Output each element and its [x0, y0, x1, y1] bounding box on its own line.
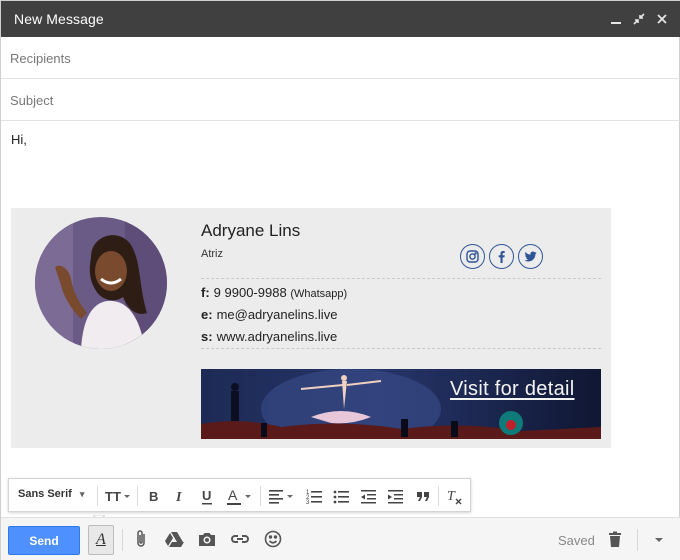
- svg-text:U: U: [202, 488, 211, 503]
- compose-title-bar[interactable]: New Message: [1, 1, 680, 37]
- signature-banner[interactable]: Visit for detail: [201, 369, 601, 439]
- chevron-down-icon: ▾: [79, 489, 85, 499]
- svg-text:I: I: [175, 490, 182, 505]
- formatting-options-glyph: A: [96, 531, 106, 548]
- email-label: e:: [201, 307, 213, 322]
- email-signature: Adryane Lins Atriz f: 9 9900-9988 (Whatsa…: [11, 208, 611, 448]
- text-color-icon[interactable]: A: [227, 484, 255, 508]
- font-family-label: Sans Serif: [18, 488, 72, 500]
- signature-divider: [201, 348, 601, 349]
- link-icon[interactable]: [229, 528, 251, 550]
- toolbar-separator: [438, 486, 439, 506]
- signature-name: Adryane Lins: [201, 221, 301, 240]
- banner-cta[interactable]: Visit for detail: [450, 378, 575, 401]
- window-title: New Message: [14, 11, 104, 27]
- drive-icon[interactable]: [163, 528, 185, 550]
- minimize-icon[interactable]: [606, 9, 626, 29]
- text-size-icon[interactable]: TT: [105, 484, 133, 508]
- close-icon[interactable]: [652, 9, 672, 29]
- signature-site: s: www.adryanelins.live: [201, 329, 337, 344]
- compose-window: New Message Hi,: [0, 0, 680, 560]
- subject-input[interactable]: [10, 90, 660, 110]
- photo-icon[interactable]: [196, 528, 218, 550]
- signature-divider: [201, 278, 601, 279]
- draft-saved-status: Saved: [558, 533, 595, 548]
- discard-draft-icon[interactable]: [604, 528, 626, 550]
- recipients-input[interactable]: [10, 48, 660, 68]
- signature-phone: f: 9 9900-9988 (Whatsapp): [201, 285, 347, 300]
- signature-email: e: me@adryanelins.live: [201, 307, 337, 322]
- remove-formatting-icon[interactable]: T: [446, 484, 464, 508]
- site-label: s:: [201, 329, 213, 344]
- numbered-list-icon[interactable]: 123: [306, 484, 324, 508]
- more-options-icon[interactable]: [648, 528, 670, 550]
- attach-icon[interactable]: [131, 528, 153, 550]
- align-icon[interactable]: [268, 484, 296, 508]
- message-body-text[interactable]: Hi,: [11, 132, 27, 147]
- bold-icon[interactable]: B: [147, 484, 163, 508]
- bottom-separator: [122, 529, 123, 551]
- svg-text:TT: TT: [105, 489, 121, 504]
- italic-icon[interactable]: I: [173, 484, 189, 508]
- bottom-separator: [637, 529, 638, 551]
- emoji-icon[interactable]: [262, 528, 284, 550]
- svg-text:B: B: [149, 489, 158, 504]
- signature-role: Atriz: [201, 248, 223, 260]
- send-button[interactable]: Send: [8, 526, 80, 555]
- svg-text:A: A: [228, 487, 238, 503]
- formatting-toolbar: Sans Serif ▾ TT B I U A 123 T: [8, 478, 471, 512]
- signature-photo: [35, 217, 167, 349]
- site-link[interactable]: www.adryanelins.live: [217, 329, 338, 344]
- recipients-row: [1, 37, 680, 79]
- exit-fullscreen-icon[interactable]: [629, 9, 649, 29]
- bulleted-list-icon[interactable]: [333, 484, 351, 508]
- instagram-icon[interactable]: [460, 244, 485, 269]
- indent-less-icon[interactable]: [360, 484, 378, 508]
- compose-bottom-bar: Send A Saved: [1, 517, 680, 560]
- toolbar-separator: [137, 486, 138, 506]
- underline-icon[interactable]: U: [200, 484, 216, 508]
- toolbar-separator: [260, 486, 261, 506]
- font-family-select[interactable]: Sans Serif ▾: [18, 488, 84, 500]
- indent-more-icon[interactable]: [387, 484, 405, 508]
- svg-text:3: 3: [306, 500, 310, 506]
- email-link[interactable]: me@adryanelins.live: [217, 307, 338, 322]
- phone-note: (Whatsapp): [290, 288, 348, 300]
- twitter-icon[interactable]: [518, 244, 543, 269]
- toolbar-separator: [97, 486, 98, 506]
- subject-row: [1, 79, 680, 121]
- formatting-options-icon[interactable]: A: [88, 525, 114, 555]
- phone-value: 9 9900-9988: [213, 285, 287, 300]
- svg-text:T: T: [447, 489, 456, 504]
- quote-icon[interactable]: [415, 484, 433, 508]
- phone-label: f:: [201, 285, 210, 300]
- facebook-icon[interactable]: [489, 244, 514, 269]
